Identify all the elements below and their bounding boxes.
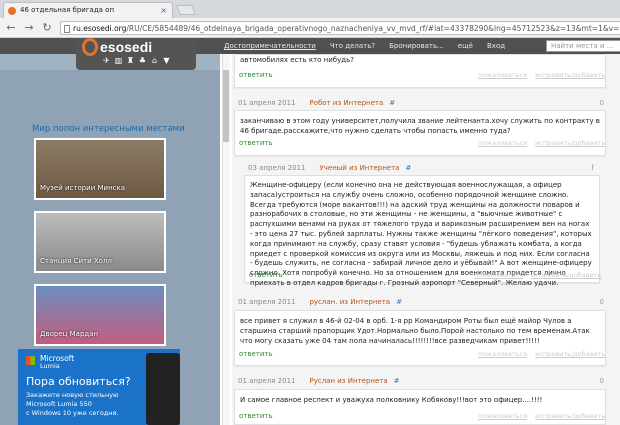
comment-text: автомобилях есть кто нибудь? — [240, 56, 354, 64]
address-bar[interactable]: ru.esosedi.org/RU/CE/5854489/46_otdelnay… — [60, 21, 620, 35]
comment-permalink[interactable]: # — [389, 99, 395, 107]
close-tab-icon[interactable]: × — [160, 6, 167, 15]
ad-line: Закажите новую стильную — [26, 391, 119, 399]
reply-link[interactable]: ответить — [239, 350, 273, 358]
site-logo[interactable]: esosedi — [100, 39, 152, 55]
comment-text: И самое главное респект и уважуха полков… — [240, 396, 543, 404]
browser-tab-bar: 46 отдельная бригада оп × — [0, 0, 620, 18]
nav-login[interactable]: Вход — [487, 42, 505, 50]
forward-arrow-icon[interactable]: → — [22, 21, 36, 35]
page-icon — [64, 25, 70, 33]
drink-icon[interactable]: ♜ — [126, 56, 135, 66]
back-arrow-icon[interactable]: ← — [4, 21, 18, 35]
nav-booking[interactable]: Бронировать... — [389, 42, 444, 50]
comment-body: Женщине-офицеру (если конечно она не дей… — [244, 175, 600, 287]
url-path: /RU/CE/5854489/46_otdelnaya_brigada_oper… — [126, 24, 620, 33]
browser-toolbar: ← → ↻ ru.esosedi.org/RU/CE/5854489/46_ot… — [0, 18, 620, 38]
museum-icon[interactable]: ⌂ — [150, 56, 159, 66]
building-icon[interactable]: ▥ — [114, 56, 123, 66]
comment-date: 01 апреля 2011 — [238, 377, 296, 385]
comment-score[interactable]: 0 — [600, 99, 604, 107]
site-nav: Достопримечательности Что делать? Бронир… — [224, 42, 519, 50]
comment-date: 01 апреля 2011 — [238, 99, 296, 107]
ad-line: с Windows 10 уже сегодня. — [26, 409, 119, 417]
report-link[interactable]: пожаловаться — [478, 139, 527, 147]
place-card[interactable]: Станция Сити Холл — [34, 211, 166, 273]
report-link[interactable]: пожаловаться — [474, 271, 523, 279]
report-link[interactable]: пожаловаться — [478, 350, 527, 358]
reply-link[interactable]: ответить — [239, 412, 273, 420]
reload-icon[interactable]: ↻ — [40, 21, 54, 35]
edit-link[interactable]: исправить/добавить — [535, 71, 605, 79]
comment-header: 01 апреля 2011 Робот из Интернета # 0 — [238, 99, 604, 107]
comment-author[interactable]: руслан. из Интернета — [309, 298, 390, 306]
comment-text: заканчиваю в этом году университет,получ… — [240, 117, 600, 135]
comment-text: все привет я служил в 46-й 02-04 в орб. … — [240, 317, 590, 345]
nav-more[interactable]: ещё — [458, 42, 473, 50]
ad-headline: Пора обновиться? — [26, 375, 131, 388]
reply-link[interactable]: ответить — [249, 271, 283, 279]
comment-score[interactable]: 0 — [600, 377, 604, 385]
tab-title: 46 отдельная бригада оп — [20, 6, 115, 14]
comment-date: 03 апреля 2011 — [248, 164, 306, 172]
comment-header: 03 апреля 2011 Ученый из Интернета # f — [248, 164, 594, 172]
comment-score[interactable]: 0 — [600, 298, 604, 306]
category-icons: ✈ ▥ ♜ ♣ ⌂ ▼ — [102, 56, 171, 68]
ad-line: Microsoft Lumia 550 — [26, 400, 92, 408]
comment-author[interactable]: Робот из Интернета — [309, 99, 383, 107]
favicon-icon — [8, 7, 16, 15]
comment-actions: пожаловаться исправить/добавить — [470, 350, 605, 358]
edit-link[interactable]: исправить/добавить — [535, 350, 605, 358]
reply-link[interactable]: ответить — [239, 71, 273, 79]
comment-header: 01 апреля 2011 руслан. из Интернета # 0 — [238, 298, 604, 306]
comment-actions: пожаловаться исправить/добавить — [470, 71, 605, 79]
reply-link[interactable]: ответить — [239, 139, 273, 147]
plane-icon[interactable]: ✈ — [102, 56, 111, 66]
comment-actions: пожаловаться исправить/добавить — [470, 412, 605, 420]
ad-product: Lumia — [40, 362, 60, 370]
site-search-input[interactable]: Найти места и ... — [546, 40, 620, 52]
edit-link[interactable]: исправить/добавить — [535, 412, 605, 420]
comment-actions: пожаловаться исправить/добавить — [466, 271, 601, 279]
places-section-title[interactable]: Мир попон интересными местами — [32, 124, 185, 134]
comment-author[interactable]: Ученый из Интернета — [319, 164, 399, 172]
tree-icon[interactable]: ♣ — [138, 56, 147, 66]
nav-sights[interactable]: Достопримечательности — [224, 42, 316, 50]
url-host: ru.esosedi.org — [73, 24, 127, 33]
place-card[interactable]: Музей истории Минска — [34, 138, 166, 200]
place-caption: Дворец Мардан — [40, 330, 99, 338]
place-card[interactable]: Дворец Мардан — [34, 284, 166, 346]
report-link[interactable]: пожаловаться — [478, 71, 527, 79]
new-tab-button[interactable] — [176, 5, 196, 15]
place-caption: Станция Сити Холл — [40, 257, 112, 265]
comment-permalink[interactable]: # — [394, 377, 400, 385]
logo-mark-icon — [82, 38, 98, 56]
report-link[interactable]: пожаловаться — [478, 412, 527, 420]
edit-link[interactable]: исправить/добавить — [535, 139, 605, 147]
phone-image — [146, 353, 180, 425]
microsoft-ad[interactable]: Microsoft Lumia Пора обновиться? Закажит… — [18, 349, 180, 425]
comment-permalink[interactable]: # — [405, 164, 411, 172]
nav-what-to-do[interactable]: Что делать? — [330, 42, 375, 50]
comment-actions: пожаловаться исправить/добавить — [470, 139, 605, 147]
shirt-icon[interactable]: ▼ — [162, 56, 171, 66]
edit-link[interactable]: исправить/добавить — [531, 271, 601, 279]
comment-date: 01 апреля 2011 — [238, 298, 296, 306]
comment-permalink[interactable]: # — [396, 298, 402, 306]
browser-tab[interactable]: 46 отдельная бригада оп × — [3, 2, 173, 18]
comment-header: 01 апреля 2011 Руслан из Интернета # 0 — [238, 377, 604, 385]
comment-body: заканчиваю в этом году университет,получ… — [234, 110, 606, 156]
comment-author[interactable]: Руслан из Интернета — [309, 377, 387, 385]
comment-score[interactable]: f — [592, 164, 594, 172]
scrollbar-thumb[interactable] — [223, 70, 229, 142]
microsoft-logo-icon — [26, 356, 35, 365]
place-caption: Музей истории Минска — [40, 184, 126, 192]
